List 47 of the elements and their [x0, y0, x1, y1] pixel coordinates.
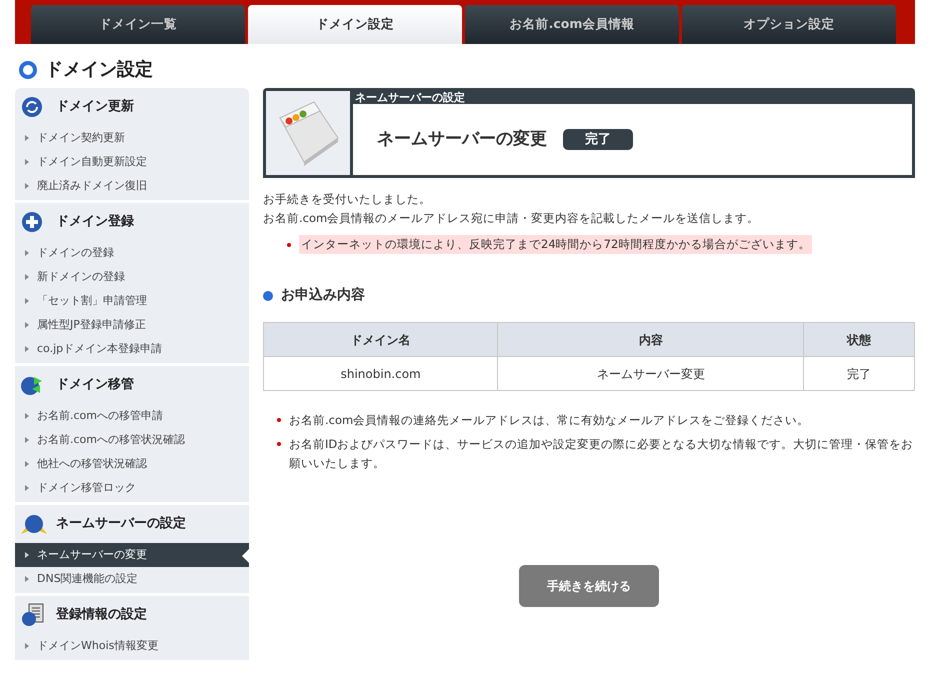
bullet-icon	[287, 242, 291, 247]
table-cell: shinobin.com	[264, 356, 498, 391]
note-text: お名前.com会員情報の連絡先メールアドレスは、常に有効なメールアドレスをご登録ください。	[289, 412, 810, 430]
dot-icon	[263, 290, 273, 301]
nav-tab[interactable]: ドメイン一覧	[31, 5, 245, 44]
globe-icon	[20, 512, 48, 536]
nav-tab[interactable]: ドメイン設定	[248, 5, 462, 44]
message-text: お手続きを受付いたしました。	[263, 191, 432, 208]
sidebar-item[interactable]: 「セット割」申請管理	[15, 289, 249, 313]
sidebar-item[interactable]: ドメインWhois情報変更	[15, 634, 249, 658]
message-text: お名前.com会員情報のメールアドレス宛に申請・変更内容を記載したメールを送信します。	[263, 210, 760, 227]
sidebar-item[interactable]: 属性型JP登録申請修正	[15, 313, 249, 337]
section-heading: ドメイン登録	[56, 213, 134, 232]
table-cell: ネームサーバー変更	[498, 356, 804, 391]
sidebar-item[interactable]: DNS関連機能の設定	[15, 567, 249, 591]
table-cell: 完了	[804, 356, 914, 391]
nav-tab[interactable]: お名前.com会員情報	[465, 5, 679, 44]
nav-tab[interactable]: オプション設定	[682, 5, 896, 44]
sidebar-item[interactable]: 廃止済みドメイン復旧	[15, 174, 249, 198]
status-badge: 完了	[563, 128, 633, 150]
sidebar-item[interactable]: ドメイン契約更新	[15, 126, 249, 150]
panel-title: ネームサーバーの変更	[377, 128, 547, 151]
sidebar-item[interactable]: ドメイン自動更新設定	[15, 150, 249, 174]
sidebar-item[interactable]: ドメインの登録	[15, 241, 249, 265]
section-heading: 登録情報の設定	[56, 606, 147, 624]
sidebar-item[interactable]: ドメイン移管ロック	[15, 476, 249, 500]
page-title: ドメイン設定	[45, 58, 153, 82]
bullet-icon	[277, 442, 281, 446]
panel-caption: ネームサーバーの設定	[354, 91, 466, 104]
section-heading: ドメイン更新	[56, 98, 134, 116]
sidebar-item[interactable]: 新ドメインの登録	[15, 265, 249, 289]
sidebar-item[interactable]: ネームサーバーの変更	[15, 543, 249, 567]
continue-button[interactable]: 手続きを続ける	[519, 565, 659, 608]
column-header: 状態	[804, 322, 914, 357]
bullet-icon	[277, 418, 281, 422]
sidebar-item[interactable]: co.jpドメイン本登録申請	[15, 337, 249, 361]
sidebar-item[interactable]: お名前.comへの移管状況確認	[15, 428, 249, 452]
notice-text: インターネットの環境により、反映完了まで24時間から72時間程度かかる場合がございます。	[299, 235, 812, 254]
section-heading: ドメイン移管	[56, 376, 134, 394]
note-text: お名前IDおよびパスワードは、サービスの追加や設定変更の際に必要となる大切な情報です。大切に管理・保管をお願いいたします。	[289, 436, 914, 472]
sidebar-item[interactable]: 他社への移管状況確認	[15, 452, 249, 476]
sidebar-item[interactable]: お名前.comへの移管申請	[15, 404, 249, 428]
section-title: お申込み内容	[281, 286, 365, 306]
column-header: 内容	[498, 322, 804, 357]
column-header: ドメイン名	[264, 322, 498, 357]
ring-icon	[18, 60, 38, 80]
section-heading: ネームサーバーの設定	[56, 514, 186, 534]
